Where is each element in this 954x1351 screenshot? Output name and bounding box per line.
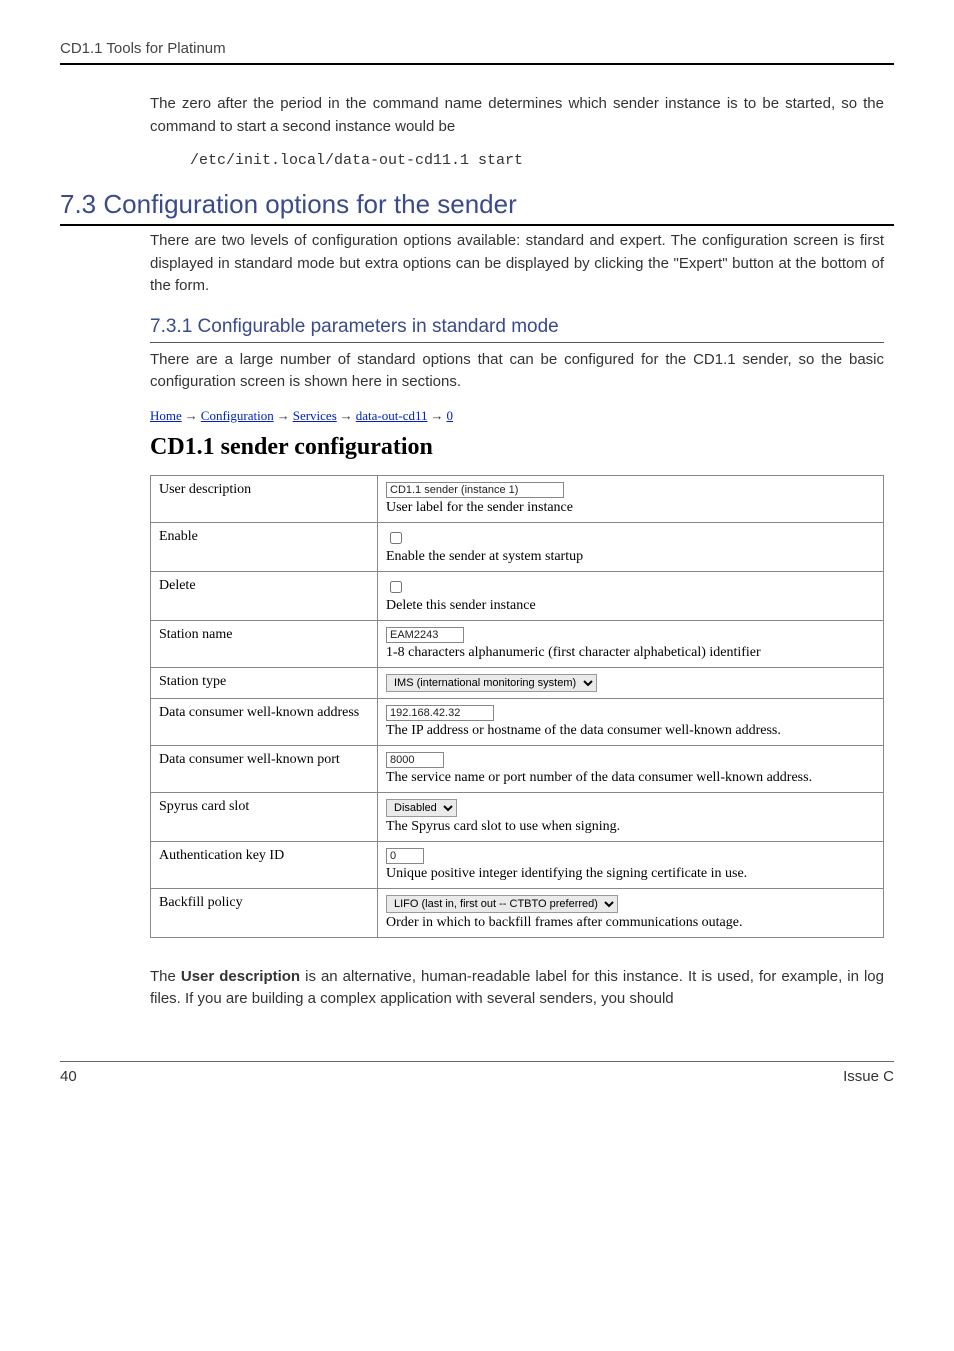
row-delete: Delete Delete this sender instance — [151, 571, 884, 620]
select-station-type[interactable]: IMS (international monitoring system) — [386, 674, 597, 692]
section-title: Configuration options for the sender — [103, 189, 516, 219]
row-user-description: User description User label for the send… — [151, 475, 884, 522]
row-consumer-port: Data consumer well-known port The servic… — [151, 745, 884, 792]
label-enable: Enable — [151, 522, 378, 571]
help-spyrus: The Spyrus card slot to use when signing… — [386, 819, 875, 835]
row-enable: Enable Enable the sender at system start… — [151, 522, 884, 571]
select-backfill[interactable]: LIFO (last in, first out -- CTBTO prefer… — [386, 895, 618, 913]
subsection-number: 7.3.1 — [150, 316, 192, 337]
config-table: User description User label for the send… — [150, 475, 884, 938]
row-auth-key: Authentication key ID Unique positive in… — [151, 841, 884, 888]
help-enable: Enable the sender at system startup — [386, 549, 875, 565]
closing-paragraph: The User description is an alternative, … — [150, 966, 884, 1011]
label-station-name: Station name — [151, 620, 378, 667]
help-user-description: User label for the sender instance — [386, 500, 875, 516]
label-backfill: Backfill policy — [151, 888, 378, 937]
section-number: 7.3 — [60, 189, 96, 219]
help-delete: Delete this sender instance — [386, 598, 875, 614]
section-paragraph: There are two levels of configuration op… — [150, 230, 884, 298]
help-backfill: Order in which to backfill frames after … — [386, 915, 875, 931]
label-user-description: User description — [151, 475, 378, 522]
label-delete: Delete — [151, 571, 378, 620]
crumb-data-out-cd11[interactable]: data-out-cd11 — [356, 408, 428, 423]
help-consumer-port: The service name or port number of the d… — [386, 770, 875, 786]
issue-label: Issue C — [843, 1068, 894, 1085]
panel-title: CD1.1 sender configuration — [150, 434, 884, 461]
crumb-services[interactable]: Services — [293, 408, 337, 423]
help-consumer-address: The IP address or hostname of the data c… — [386, 723, 875, 739]
row-station-name: Station name 1-8 characters alphanumeric… — [151, 620, 884, 667]
label-auth-key: Authentication key ID — [151, 841, 378, 888]
breadcrumb: Home→Configuration→Services→data-out-cd1… — [150, 408, 884, 424]
checkbox-delete[interactable] — [390, 581, 402, 593]
subsection-title: Configurable parameters in standard mode — [198, 316, 559, 337]
checkbox-enable[interactable] — [390, 532, 402, 544]
crumb-home[interactable]: Home — [150, 408, 182, 423]
input-consumer-port[interactable] — [386, 752, 444, 768]
row-station-type: Station type IMS (international monitori… — [151, 667, 884, 698]
input-station-name[interactable] — [386, 627, 464, 643]
subsection-paragraph: There are a large number of standard opt… — [150, 349, 884, 394]
section-heading: 7.3 Configuration options for the sender — [60, 189, 894, 226]
label-consumer-port: Data consumer well-known port — [151, 745, 378, 792]
input-auth-key[interactable] — [386, 848, 424, 864]
row-spyrus: Spyrus card slot Disabled The Spyrus car… — [151, 792, 884, 841]
help-station-name: 1-8 characters alphanumeric (first chara… — [386, 645, 875, 661]
help-auth-key: Unique positive integer identifying the … — [386, 866, 875, 882]
label-spyrus: Spyrus card slot — [151, 792, 378, 841]
closing-bold-term: User description — [181, 968, 300, 985]
intro-paragraph: The zero after the period in the command… — [150, 93, 884, 138]
crumb-instance[interactable]: 0 — [446, 408, 453, 423]
command-example: /etc/init.local/data-out-cd11.1 start — [190, 152, 884, 169]
subsection-heading: 7.3.1 Configurable parameters in standar… — [150, 316, 884, 343]
row-backfill: Backfill policy LIFO (last in, first out… — [151, 888, 884, 937]
input-consumer-address[interactable] — [386, 705, 494, 721]
label-station-type: Station type — [151, 667, 378, 698]
crumb-configuration[interactable]: Configuration — [201, 408, 274, 423]
label-consumer-address: Data consumer well-known address — [151, 698, 378, 745]
row-consumer-address: Data consumer well-known address The IP … — [151, 698, 884, 745]
input-user-description[interactable] — [386, 482, 564, 498]
select-spyrus[interactable]: Disabled — [386, 799, 457, 817]
running-header: CD1.1 Tools for Platinum — [60, 40, 894, 65]
page-number: 40 — [60, 1068, 77, 1085]
page-footer: 40 Issue C — [60, 1061, 894, 1085]
